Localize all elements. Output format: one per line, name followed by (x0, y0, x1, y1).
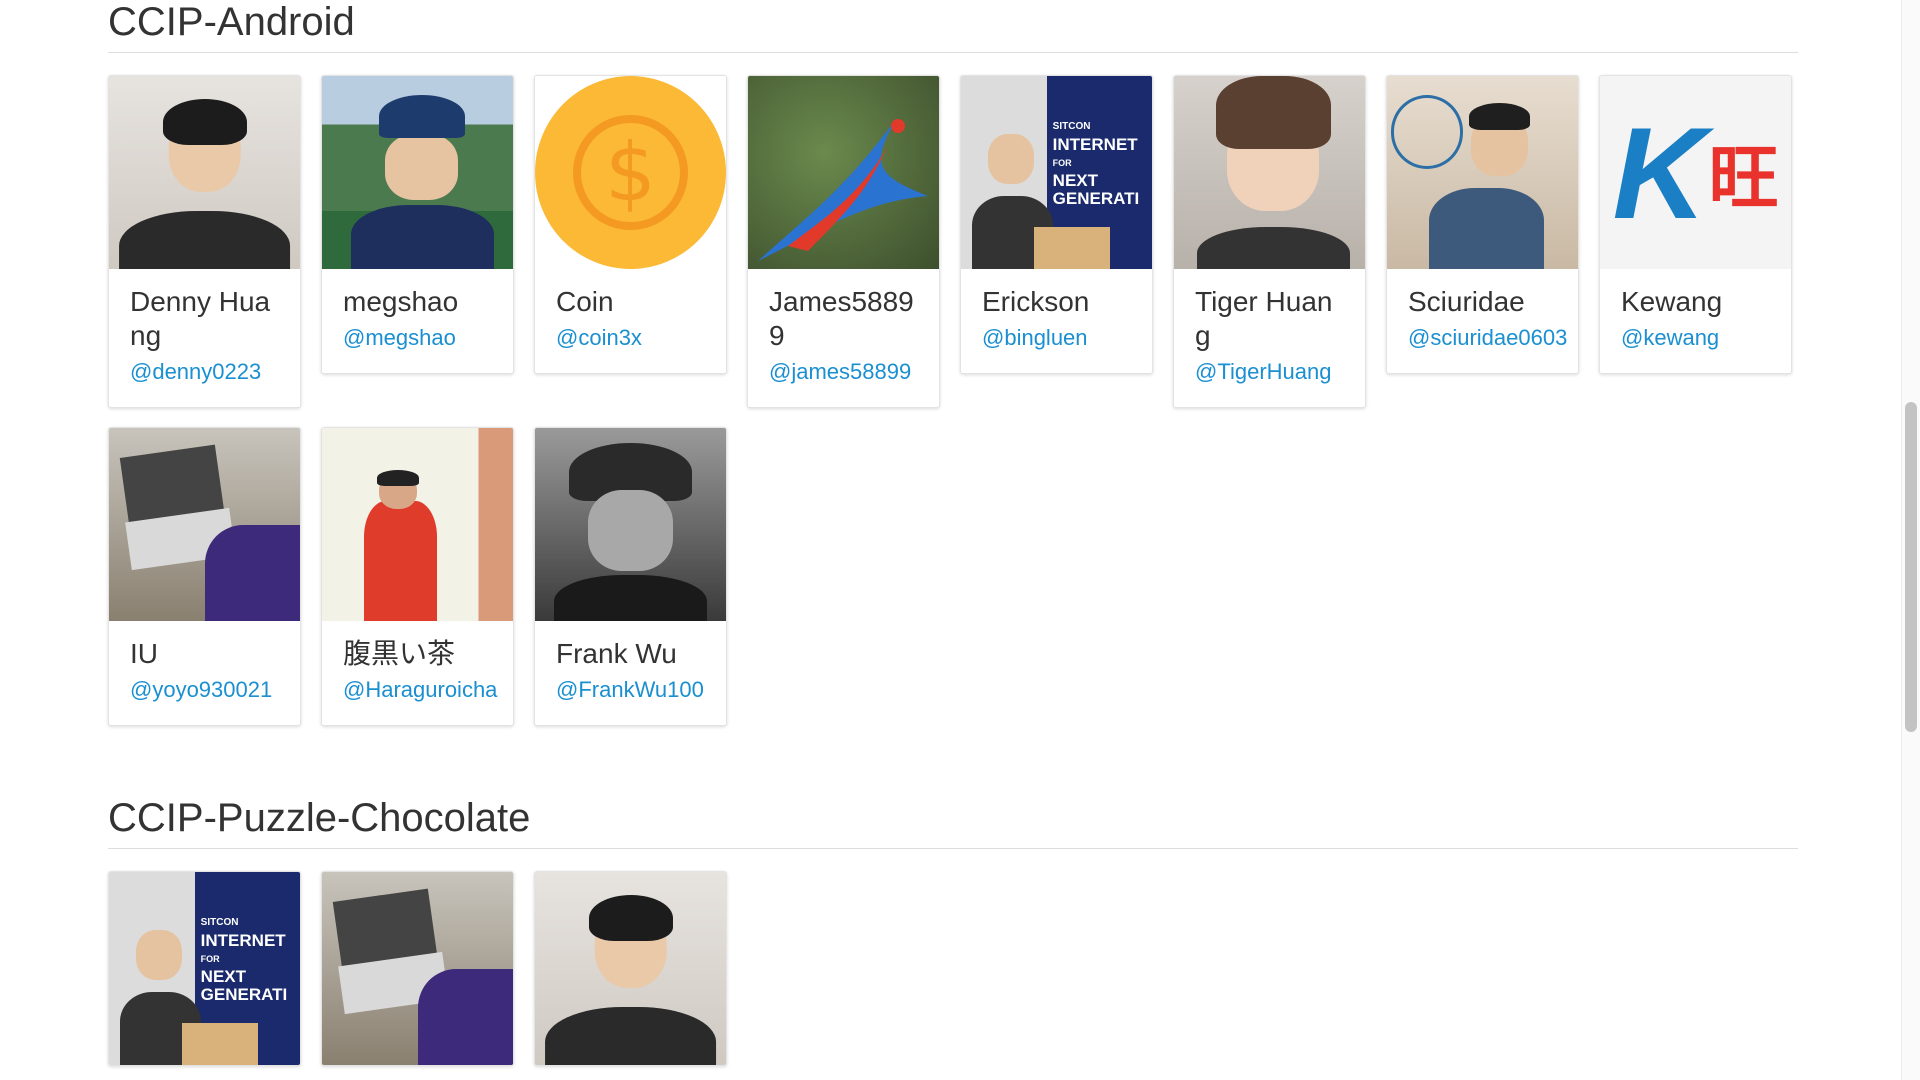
parrot-icon (758, 116, 928, 261)
dollar-symbol: $ (573, 114, 688, 231)
member-card[interactable]: megshao @megshao (321, 75, 514, 374)
member-card[interactable]: Denny Huang @denny0223 (108, 75, 301, 408)
member-handle-link[interactable]: @Haraguroicha (343, 675, 497, 705)
avatar (109, 76, 300, 269)
member-handle-link[interactable]: @denny0223 (130, 357, 280, 387)
avatar (109, 428, 300, 621)
member-card[interactable]: IU @yoyo930021 (108, 427, 301, 726)
member-card[interactable]: K旺 Kewang @kewang (1599, 75, 1792, 374)
section-title: CCIP-Android (108, 0, 1798, 53)
member-name: megshao (343, 286, 459, 317)
avatar (322, 428, 513, 621)
member-card[interactable]: Frank Wu @FrankWu100 (534, 427, 727, 726)
k-logo-icon: K旺 (1600, 76, 1791, 269)
member-name: 腹黒い茶 (343, 638, 456, 669)
member-card[interactable]: $ Coin @coin3x (534, 75, 727, 374)
scrollbar-track[interactable] (1901, 0, 1920, 1080)
member-card[interactable]: James58899 @james58899 (747, 75, 940, 408)
member-name: Tiger Huang (1195, 286, 1333, 351)
scrollbar-thumb[interactable] (1905, 402, 1917, 732)
member-name: IU (130, 638, 158, 669)
member-handle-link[interactable]: @kewang (1621, 323, 1771, 353)
member-name: Frank Wu (556, 638, 677, 669)
member-handle-link[interactable]: @james58899 (769, 357, 919, 387)
member-name: Coin (556, 286, 614, 317)
member-handle-link[interactable]: @sciuridae0603 (1408, 323, 1567, 353)
avatar (1174, 76, 1365, 269)
member-name: Kewang (1621, 286, 1723, 317)
member-name: Erickson (982, 286, 1090, 317)
member-card[interactable] (321, 871, 514, 1066)
avatar (535, 872, 726, 1065)
seal-icon (1390, 95, 1464, 169)
avatar (1387, 76, 1578, 269)
member-name: Sciuridae (1408, 286, 1525, 317)
member-handle-link[interactable]: @bingluen (982, 323, 1132, 353)
avatar: SITCON INTERNET FOR NEXT GENERATI /18 (961, 76, 1152, 269)
member-card[interactable]: Tiger Huang @TigerHuang (1173, 75, 1366, 408)
coin-icon: $ (535, 76, 726, 269)
member-name: Denny Huang (130, 286, 271, 351)
member-handle-link[interactable]: @TigerHuang (1195, 357, 1345, 387)
member-card[interactable]: SITCON INTERNET FOR NEXT GENERATI /18 (108, 871, 301, 1066)
member-handle-link[interactable]: @megshao (343, 323, 493, 353)
section-title: CCIP-Puzzle-Chocolate (108, 798, 1798, 849)
member-card[interactable] (534, 871, 727, 1066)
member-handle-link[interactable]: @yoyo930021 (130, 675, 280, 705)
member-card[interactable]: SITCON INTERNET FOR NEXT GENERATI /18 Er… (960, 75, 1153, 374)
member-name: James58899 (769, 286, 914, 351)
section-ccip-puzzle-chocolate: CCIP-Puzzle-Chocolate SITCON INTERNET FO… (108, 798, 1798, 1066)
section-ccip-android: CCIP-Android Denny Huang @denny0223 megs… (108, 0, 1798, 726)
member-handle-link[interactable]: @FrankWu100 (556, 675, 706, 705)
avatar (322, 76, 513, 269)
member-handle-link[interactable]: @coin3x (556, 323, 706, 353)
avatar: SITCON INTERNET FOR NEXT GENERATI /18 (109, 872, 300, 1065)
avatar (535, 428, 726, 621)
member-card[interactable]: Sciuridae @sciuridae0603 (1386, 75, 1579, 374)
member-card[interactable]: 腹黒い茶 @Haraguroicha (321, 427, 514, 726)
avatar (748, 76, 939, 269)
avatar (322, 872, 513, 1065)
